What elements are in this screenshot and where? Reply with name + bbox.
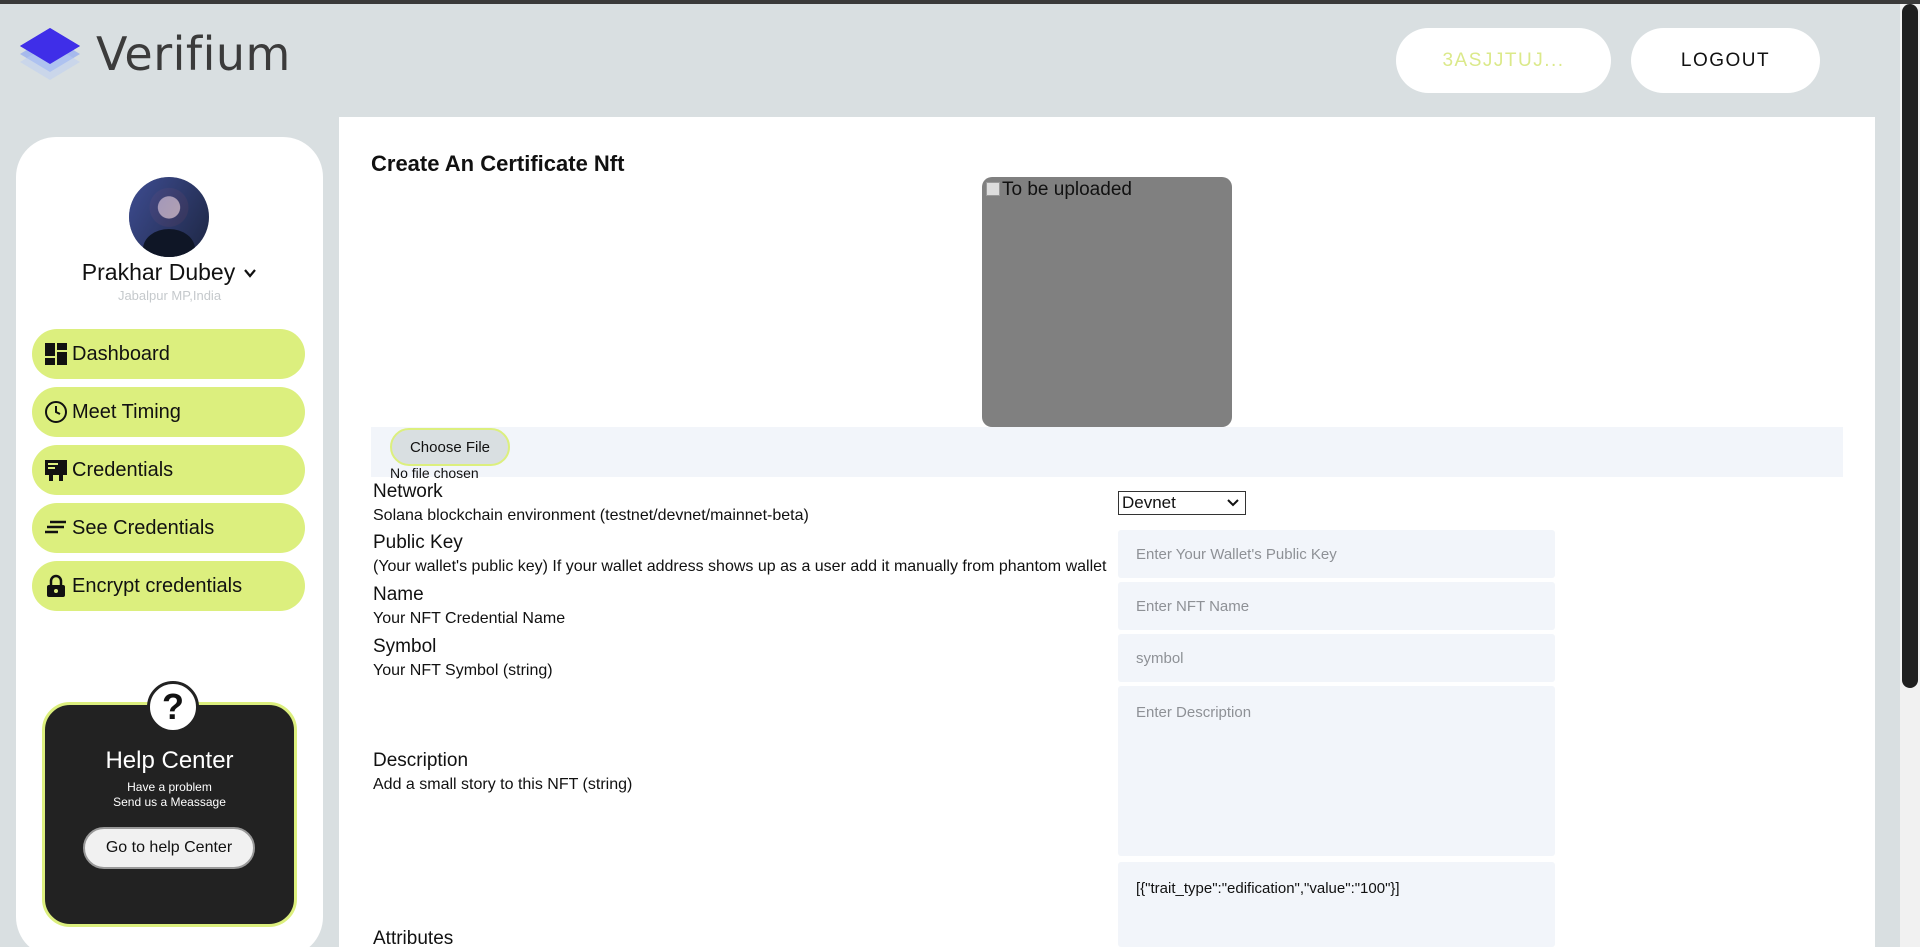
nft-name-input[interactable]: Enter NFT Name (1118, 582, 1555, 630)
symbol-help: Your NFT Symbol (string) (373, 662, 553, 679)
help-subtitle: Have a problem Send us a Meassage (45, 780, 294, 810)
file-status: No file chosen (390, 465, 479, 481)
sidebar-item-credentials[interactable]: Credentials (32, 445, 305, 495)
clock-icon (44, 400, 68, 424)
sidebar-item-label: Credentials (72, 458, 174, 481)
dashboard-icon (44, 342, 68, 366)
network-label: Network (373, 481, 443, 502)
main-panel: Create An Certificate Nft To be uploaded… (339, 117, 1875, 947)
user-location: Jabalpur MP,India (117, 288, 222, 303)
network-help: Solana blockchain environment (testnet/d… (373, 507, 809, 524)
sidebar-item-dashboard[interactable]: Dashboard (32, 329, 305, 379)
image-preview: To be uploaded (982, 177, 1232, 427)
brand-logo[interactable]: Verifium (20, 22, 291, 86)
sidebar-item-see-credentials[interactable]: See Credentials (32, 503, 305, 553)
question-icon: ? (147, 681, 199, 733)
help-line-1: Have a problem (127, 780, 212, 794)
help-center-card: ? Help Center Have a problem Send us a M… (42, 681, 297, 927)
choose-file-button[interactable]: Choose File (390, 428, 510, 466)
sidebar-item-meet-timing[interactable]: Meet Timing (32, 387, 305, 437)
logout-button[interactable]: LOGOUT (1631, 28, 1820, 93)
name-help: Your NFT Credential Name (373, 610, 566, 627)
attributes-input[interactable]: [{"trait_type":"edification","value":"10… (1118, 862, 1555, 947)
chevron-down-icon (1227, 499, 1239, 507)
go-to-help-center-button[interactable]: Go to help Center (83, 827, 255, 869)
sidebar-item-label: See Credentials (72, 516, 215, 539)
logo-cube-icon (20, 22, 96, 86)
help-line-2: Send us a Meassage (113, 795, 226, 809)
public-key-label: Public Key (373, 532, 463, 553)
chevron-down-icon[interactable] (243, 266, 257, 280)
description-label: Description (373, 750, 469, 771)
user-name: Prakhar Dubey (81, 259, 236, 285)
lock-icon (44, 574, 68, 598)
attributes-label: Attributes (373, 928, 454, 947)
sidebar-item-label: Encrypt credentials (72, 574, 243, 597)
sidebar-item-label: Dashboard (72, 342, 170, 365)
sidebar-item-encrypt-credentials[interactable]: Encrypt credentials (32, 561, 305, 611)
description-input[interactable]: Enter Description (1118, 686, 1555, 856)
avatar[interactable] (129, 177, 209, 257)
page-title: Create An Certificate Nft (371, 151, 625, 176)
user-menu[interactable]: Prakhar Dubey (16, 259, 323, 286)
sidebar: Prakhar Dubey Jabalpur MP,India Dashboar… (16, 137, 323, 947)
wallet-address-button[interactable]: 3ASJJTUJ... (1396, 28, 1611, 93)
sidebar-item-label: Meet Timing (72, 400, 181, 423)
name-label: Name (373, 584, 424, 605)
window-top-border (0, 0, 1920, 4)
symbol-label: Symbol (373, 636, 437, 657)
sidebar-nav: Dashboard Meet Timing Credentials See Cr… (32, 329, 305, 619)
file-upload: Choose File No file chosen (371, 427, 1843, 481)
network-selected-value: Devnet (1122, 493, 1176, 512)
symbol-input[interactable]: symbol (1118, 634, 1555, 682)
preview-alt-text: To be uploaded (1002, 179, 1132, 200)
network-select[interactable]: Devnet (1118, 491, 1246, 515)
list-icon (44, 516, 68, 540)
public-key-help: (Your wallet's public key) If your walle… (373, 558, 1107, 575)
public-key-input[interactable]: Enter Your Wallet's Public Key (1118, 530, 1555, 578)
certificate-icon (44, 458, 68, 482)
description-help: Add a small story to this NFT (string) (373, 776, 633, 793)
scrollbar-thumb[interactable] (1902, 4, 1918, 688)
brand-name: Verifium (96, 27, 291, 81)
broken-image-icon (986, 182, 1000, 196)
help-title: Help Center (105, 747, 234, 774)
